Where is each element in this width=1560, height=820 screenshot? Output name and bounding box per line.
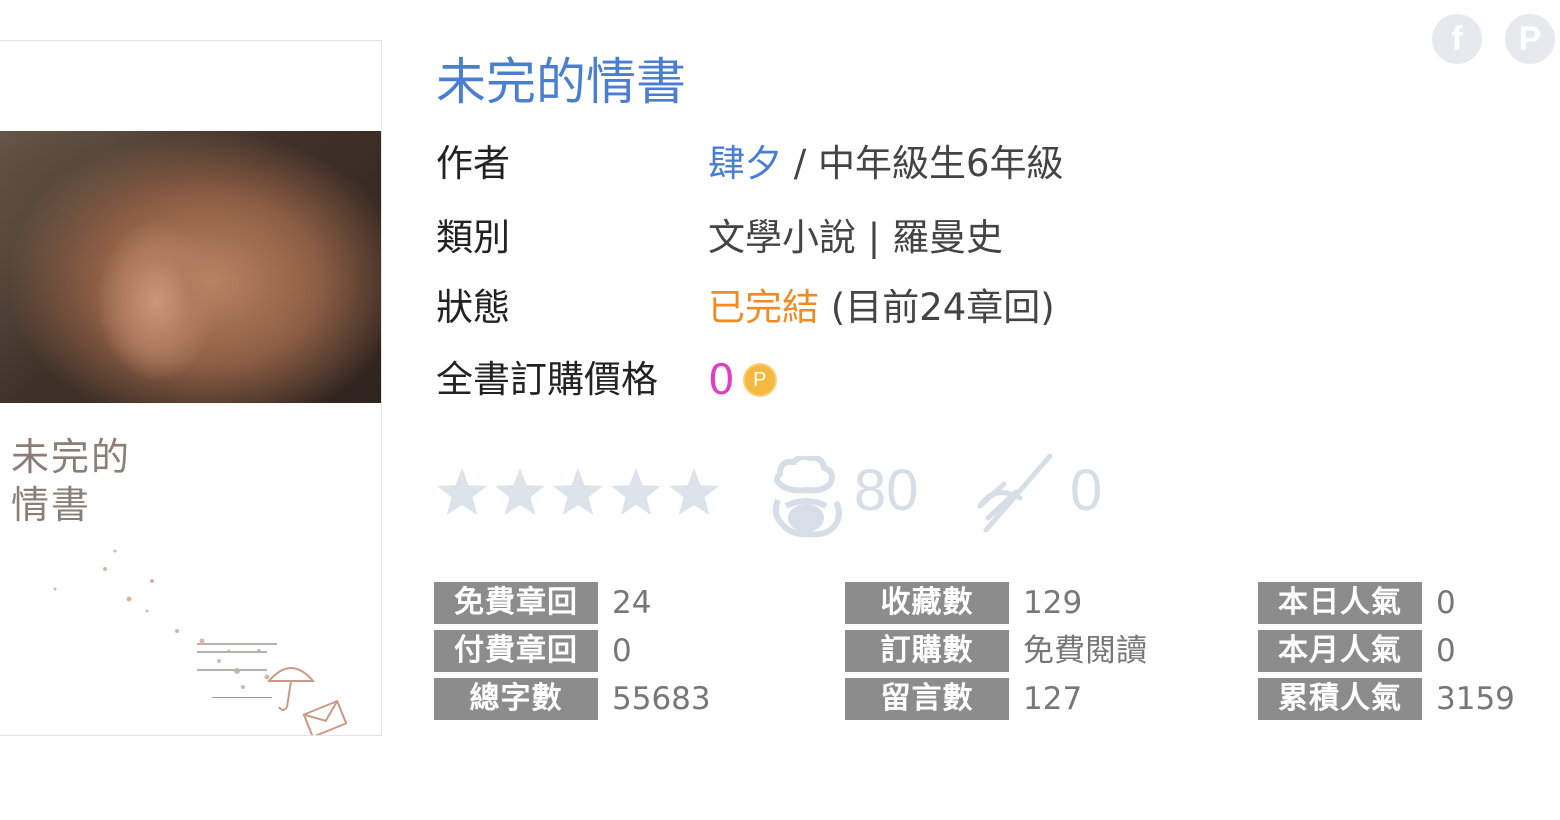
- author-separator: /: [782, 142, 818, 185]
- cover-title-line1: 未完的: [11, 435, 132, 479]
- stat-label: 總字數: [434, 678, 598, 720]
- star-icon[interactable]: [669, 468, 719, 515]
- category-value[interactable]: 文學小說 | 羅曼史: [708, 214, 1003, 262]
- author-grade: 中年級生6年級: [818, 142, 1064, 185]
- author-link[interactable]: 肆夕: [708, 142, 782, 185]
- star-icon[interactable]: [611, 468, 661, 515]
- stat-value: 免費閱讀: [1023, 633, 1147, 669]
- star-icon[interactable]: [437, 468, 487, 515]
- star-icon[interactable]: [495, 468, 545, 515]
- plurk-share-icon[interactable]: P: [1505, 14, 1555, 64]
- stat-value: 0: [612, 633, 632, 669]
- stat-label: 免費章回: [434, 582, 598, 624]
- stat-label: 收藏數: [845, 582, 1009, 624]
- author-value: 肆夕 / 中年級生6年級: [708, 140, 1064, 188]
- stat-label: 累積人氣: [1258, 678, 1422, 720]
- category-label: 類別: [436, 216, 510, 259]
- book-cover[interactable]: 未完的 情書: [0, 40, 382, 736]
- star-icon[interactable]: [553, 468, 603, 515]
- stat-value: 55683: [612, 681, 711, 717]
- facebook-share-icon[interactable]: f: [1432, 14, 1482, 64]
- stat-value: 3159: [1436, 681, 1515, 717]
- stat-label: 本月人氣: [1258, 630, 1422, 672]
- rating-stars[interactable]: [436, 466, 722, 520]
- price-label: 全書訂購價格: [436, 358, 658, 401]
- like-count: 80: [854, 458, 919, 523]
- stat-label: 訂購數: [845, 630, 1009, 672]
- stat-value: 129: [1023, 585, 1083, 621]
- price-value: 0P: [708, 356, 777, 406]
- stat-label: 本日人氣: [1258, 582, 1422, 624]
- stat-value: 127: [1023, 681, 1083, 717]
- coin-icon: P: [742, 362, 777, 397]
- stat-value: 24: [612, 585, 652, 621]
- fork-count: 0: [1070, 458, 1103, 523]
- stat-value: 0: [1436, 585, 1456, 621]
- cover-decoration: [53, 549, 348, 735]
- status-done: 已完結: [708, 286, 819, 329]
- book-title: 未完的情書: [436, 53, 686, 111]
- stat-label: 留言數: [845, 678, 1009, 720]
- status-detail: (目前24章回): [819, 286, 1055, 329]
- price-number: 0: [708, 355, 735, 404]
- fork-icon[interactable]: [972, 452, 1056, 536]
- stat-value: 0: [1436, 633, 1456, 669]
- author-label: 作者: [436, 142, 510, 185]
- stat-label: 付費章回: [434, 630, 598, 672]
- cover-photo: [0, 131, 381, 403]
- like-icon[interactable]: [768, 456, 844, 542]
- status-label: 狀態: [436, 286, 510, 329]
- status-value: 已完結 (目前24章回): [708, 284, 1055, 332]
